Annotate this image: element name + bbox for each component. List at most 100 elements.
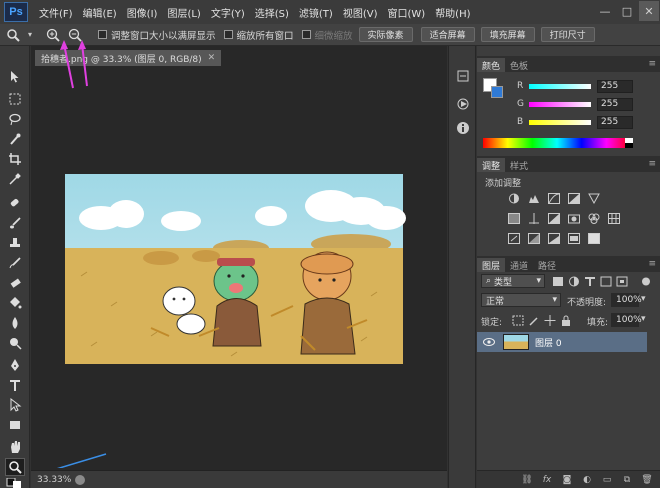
color-balance-icon[interactable] bbox=[527, 212, 540, 224]
tab-swatches[interactable]: 色板 bbox=[505, 58, 533, 72]
layer-row[interactable]: 图层 0 bbox=[477, 332, 647, 352]
blur-tool-icon[interactable] bbox=[5, 314, 25, 332]
posterize-icon[interactable] bbox=[527, 232, 540, 244]
menu-help[interactable]: 帮助(H) bbox=[430, 5, 475, 20]
hand-tool-icon[interactable] bbox=[5, 438, 25, 456]
minimize-icon[interactable]: — bbox=[595, 1, 615, 21]
opacity-input[interactable]: 100% bbox=[611, 293, 642, 307]
close-tab-icon[interactable]: ✕ bbox=[208, 53, 216, 63]
info-panel-icon[interactable] bbox=[455, 120, 471, 136]
menu-image[interactable]: 图像(I) bbox=[122, 5, 163, 20]
marquee-tool-icon[interactable] bbox=[5, 90, 25, 108]
fill-input[interactable]: 100% bbox=[611, 313, 642, 327]
panel-menu-icon[interactable]: ≡ bbox=[648, 159, 656, 169]
actual-pixels-button[interactable]: 实际像素 bbox=[358, 27, 413, 42]
paint-bucket-tool-icon[interactable] bbox=[5, 294, 25, 312]
blend-mode-select[interactable]: 正常 ▾ bbox=[481, 293, 561, 307]
new-adjustment-layer-icon[interactable]: ◐ bbox=[580, 474, 594, 486]
layer-style-icon[interactable]: fx bbox=[540, 474, 554, 486]
filter-toggle-icon[interactable] bbox=[639, 275, 652, 287]
zoom-all-windows-checkbox[interactable]: 缩放所有窗口 bbox=[223, 28, 294, 42]
lock-image-icon[interactable] bbox=[527, 314, 540, 326]
lasso-tool-icon[interactable] bbox=[5, 110, 25, 128]
tab-adjustments[interactable]: 调整 bbox=[477, 158, 506, 172]
filter-type-icon[interactable] bbox=[583, 275, 596, 287]
channel-mixer-icon[interactable] bbox=[587, 212, 600, 224]
layer-name[interactable]: 图层 0 bbox=[535, 336, 562, 349]
threshold-icon[interactable] bbox=[547, 232, 560, 244]
brightness-contrast-icon[interactable] bbox=[507, 192, 520, 204]
color-spectrum-bar[interactable] bbox=[483, 138, 631, 148]
new-group-icon[interactable]: ▭ bbox=[600, 474, 614, 486]
add-mask-icon[interactable]: ◙ bbox=[560, 474, 574, 486]
color-swatches-icon[interactable] bbox=[5, 478, 25, 488]
tab-channels[interactable]: 通道 bbox=[505, 258, 533, 272]
checkbox-box[interactable] bbox=[223, 30, 233, 39]
black-white-ramp[interactable] bbox=[625, 138, 633, 148]
levels-icon[interactable] bbox=[527, 192, 540, 204]
delete-layer-icon[interactable]: 🗑 bbox=[640, 474, 654, 486]
curves-icon[interactable] bbox=[547, 192, 560, 204]
filter-smart-object-icon[interactable] bbox=[615, 275, 628, 287]
type-tool-icon[interactable] bbox=[5, 376, 25, 394]
eyedropper-tool-icon[interactable] bbox=[5, 170, 25, 188]
fill-dropdown-icon[interactable]: ▾ bbox=[641, 314, 646, 324]
actions-panel-icon[interactable] bbox=[455, 96, 471, 112]
green-channel-value[interactable]: 255 bbox=[597, 97, 633, 111]
resize-windows-checkbox[interactable]: 调整窗口大小以满屏显示 bbox=[98, 28, 216, 42]
lock-transparent-icon[interactable] bbox=[511, 314, 524, 326]
visibility-eye-icon[interactable] bbox=[481, 338, 497, 346]
zoom-tool-preset-icon[interactable] bbox=[4, 26, 22, 44]
opacity-dropdown-icon[interactable]: ▾ bbox=[641, 294, 646, 304]
dodge-tool-icon[interactable] bbox=[5, 334, 25, 352]
scrubby-zoom-checkbox[interactable]: 细微缩放 bbox=[301, 28, 353, 42]
tab-paths[interactable]: 路径 bbox=[533, 258, 561, 272]
menu-type[interactable]: 文字(Y) bbox=[206, 5, 250, 20]
filter-adjustment-icon[interactable] bbox=[567, 275, 580, 287]
zoom-level[interactable]: 33.33% bbox=[37, 475, 73, 485]
brush-tool-icon[interactable] bbox=[5, 214, 25, 232]
lock-position-icon[interactable] bbox=[543, 314, 556, 326]
tab-layers[interactable]: 图层 bbox=[477, 258, 506, 272]
clone-stamp-tool-icon[interactable] bbox=[5, 234, 25, 252]
color-lookup-icon[interactable] bbox=[607, 212, 620, 224]
history-brush-tool-icon[interactable] bbox=[5, 254, 25, 272]
fit-screen-button[interactable]: 适合屏幕 bbox=[420, 27, 475, 42]
status-info-icon[interactable] bbox=[75, 474, 85, 485]
selective-color-icon[interactable] bbox=[587, 232, 600, 244]
new-layer-icon[interactable]: ⧉ bbox=[620, 474, 634, 486]
tab-styles[interactable]: 样式 bbox=[505, 158, 533, 172]
blue-channel-slider[interactable] bbox=[529, 119, 591, 125]
filter-pixel-icon[interactable] bbox=[551, 275, 564, 287]
crop-tool-icon[interactable] bbox=[5, 150, 25, 168]
vibrance-icon[interactable] bbox=[587, 192, 600, 204]
filter-shape-icon[interactable] bbox=[599, 275, 612, 287]
zoom-tool-icon[interactable] bbox=[5, 458, 25, 476]
exposure-icon[interactable] bbox=[567, 192, 580, 204]
quick-selection-tool-icon[interactable] bbox=[5, 130, 25, 148]
pen-tool-icon[interactable] bbox=[5, 356, 25, 374]
history-panel-icon[interactable] bbox=[455, 68, 471, 84]
checkbox-box[interactable] bbox=[301, 30, 311, 39]
gradient-map-icon[interactable] bbox=[567, 232, 580, 244]
red-channel-slider[interactable] bbox=[529, 83, 591, 89]
move-tool-icon[interactable] bbox=[5, 68, 25, 86]
black-white-icon[interactable] bbox=[547, 212, 560, 224]
menu-file[interactable]: 文件(F) bbox=[34, 5, 78, 20]
maximize-icon[interactable]: □ bbox=[617, 1, 637, 21]
menu-edit[interactable]: 编辑(E) bbox=[78, 5, 122, 20]
canvas-image[interactable] bbox=[31, 66, 447, 477]
checkbox-box[interactable] bbox=[98, 30, 107, 39]
background-color-swatch[interactable] bbox=[491, 86, 503, 98]
tab-color[interactable]: 颜色 bbox=[477, 58, 506, 72]
red-channel-value[interactable]: 255 bbox=[597, 79, 633, 93]
link-layers-icon[interactable]: ⛓ bbox=[520, 474, 534, 486]
menu-view[interactable]: 视图(V) bbox=[338, 5, 383, 20]
fill-screen-button[interactable]: 填充屏幕 bbox=[480, 27, 535, 42]
rectangle-tool-icon[interactable] bbox=[5, 416, 25, 434]
print-size-button[interactable]: 打印尺寸 bbox=[540, 27, 595, 42]
photo-filter-icon[interactable] bbox=[567, 212, 580, 224]
canvas-viewport[interactable] bbox=[31, 66, 447, 477]
blue-channel-value[interactable]: 255 bbox=[597, 115, 633, 129]
preset-dropdown-chevron-icon[interactable]: ▾ bbox=[26, 26, 34, 44]
